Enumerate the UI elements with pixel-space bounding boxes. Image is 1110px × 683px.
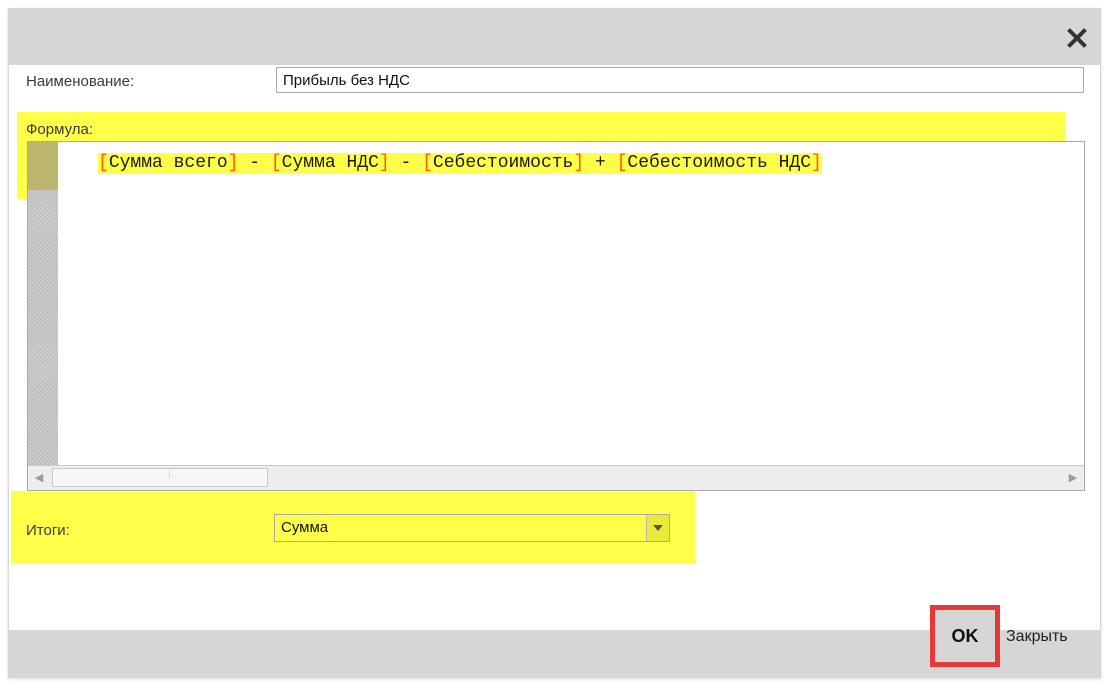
editor-gutter bbox=[28, 142, 58, 468]
formula-bracket: ] bbox=[573, 153, 585, 173]
formula-bracket: [ bbox=[270, 153, 282, 173]
formula-bracket: [ bbox=[422, 153, 433, 173]
formula-token: Себестоимость НДС bbox=[627, 153, 812, 173]
name-label: Наименование: bbox=[26, 73, 135, 90]
scrollbar-grip-icon: ⁞ bbox=[168, 470, 171, 480]
formula-bracket: [ bbox=[616, 153, 628, 173]
formula-token: Сумма НДС bbox=[281, 153, 379, 173]
title-bar bbox=[9, 9, 1100, 65]
chevron-down-icon[interactable] bbox=[646, 515, 669, 541]
totals-select[interactable]: Сумма bbox=[274, 514, 670, 542]
horizontal-scrollbar[interactable]: ◀ ⁞ ▶ bbox=[28, 465, 1084, 490]
formula-token: Сумма всего bbox=[108, 153, 228, 173]
scrollbar-thumb[interactable] bbox=[52, 468, 268, 487]
formula-token: - bbox=[389, 153, 423, 173]
scroll-right-arrow-icon[interactable]: ▶ bbox=[1062, 466, 1084, 490]
ok-button[interactable]: OK bbox=[930, 605, 1000, 667]
formula-token: + bbox=[584, 153, 617, 173]
gutter-highlight bbox=[28, 142, 58, 190]
formula-bracket: ] bbox=[811, 153, 822, 173]
formula-label: Формула: bbox=[26, 121, 94, 138]
formula-text[interactable]: [Сумма всего] - [Сумма НДС] - [Себестоим… bbox=[98, 153, 822, 173]
formula-bracket: ] bbox=[227, 153, 239, 173]
totals-label: Итоги: bbox=[26, 522, 70, 539]
formula-token: Себестоимость bbox=[432, 153, 574, 173]
formula-bracket: ] bbox=[378, 153, 390, 173]
formula-editor[interactable]: [Сумма всего] - [Сумма НДС] - [Себестоим… bbox=[27, 141, 1085, 491]
name-input[interactable] bbox=[276, 67, 1084, 93]
totals-select-value: Сумма bbox=[281, 519, 329, 536]
formula-token: - bbox=[238, 153, 271, 173]
scroll-left-arrow-icon[interactable]: ◀ bbox=[28, 466, 50, 490]
formula-bracket: [ bbox=[98, 153, 109, 173]
close-icon[interactable] bbox=[1064, 25, 1090, 51]
formula-dialog: Наименование: Формула: [Сумма всего] - [… bbox=[8, 8, 1101, 678]
close-button[interactable]: Закрыть bbox=[1006, 628, 1068, 646]
